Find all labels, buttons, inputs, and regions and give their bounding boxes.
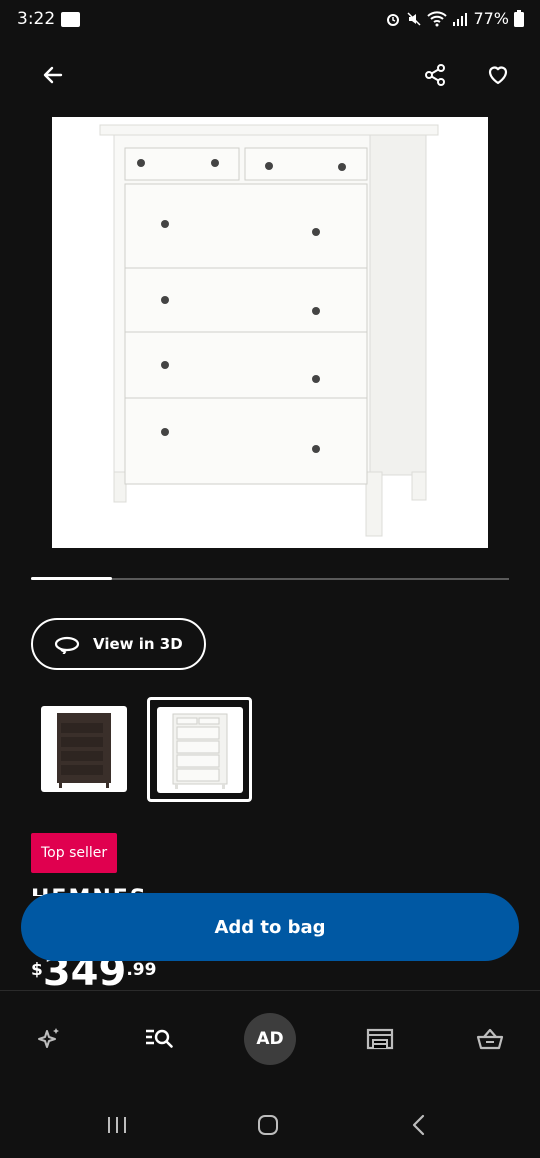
home-button[interactable]	[248, 1110, 288, 1140]
share-button[interactable]	[413, 53, 457, 97]
arrow-left-icon	[43, 66, 63, 84]
heart-icon	[488, 66, 508, 85]
dresser-thumbnail-white	[172, 713, 228, 789]
app-bar	[0, 50, 540, 100]
dresser-illustration	[99, 124, 439, 537]
battery-percent: 77%	[473, 9, 509, 28]
system-nav	[0, 1090, 540, 1158]
add-to-bag-label: Add to bag	[214, 916, 326, 938]
status-time: 3:22	[17, 9, 56, 29]
nav-stores[interactable]	[354, 1013, 406, 1065]
back-button[interactable]	[31, 53, 75, 97]
mute-icon	[407, 11, 421, 26]
status-bar: 3:22 77%	[0, 0, 540, 40]
wifi-icon	[427, 10, 448, 26]
battery-icon	[514, 10, 524, 27]
home-icon	[258, 1115, 278, 1135]
add-to-bag-button[interactable]: Add to bag	[21, 893, 519, 961]
nav-basket[interactable]	[464, 1013, 516, 1065]
recent-apps-button[interactable]	[97, 1110, 137, 1140]
swatch-white-stain[interactable]	[157, 707, 243, 793]
profile-avatar: AD	[244, 1013, 296, 1065]
price-currency: $	[31, 960, 43, 980]
bottom-nav: AD	[0, 990, 540, 1090]
nav-inspiration[interactable]	[23, 1013, 75, 1065]
nav-search[interactable]	[133, 1013, 185, 1065]
alarm-icon	[387, 13, 400, 26]
store-icon	[366, 1028, 394, 1050]
view-in-3d-button[interactable]: View in 3D	[31, 618, 206, 670]
search-list-icon	[146, 1029, 173, 1048]
recent-apps-icon	[108, 1117, 126, 1133]
favorite-button[interactable]	[476, 53, 520, 97]
badge-label: Top seller	[41, 845, 108, 861]
carousel-progress-fill	[31, 577, 113, 580]
system-back-button[interactable]	[399, 1110, 439, 1140]
share-icon	[425, 64, 445, 86]
dresser-thumbnail-dark	[57, 713, 111, 788]
swatch-black-brown[interactable]	[41, 706, 127, 792]
basket-icon	[476, 1028, 504, 1050]
price-decimal: .99	[126, 960, 157, 980]
signal-icon	[453, 12, 468, 26]
nav-profile[interactable]: AD	[244, 1013, 296, 1065]
voicemail-icon	[61, 12, 80, 27]
carousel-progress	[31, 577, 509, 580]
status-icons: 77%	[385, 9, 524, 28]
sparkle-icon	[38, 1028, 59, 1048]
product-image[interactable]	[52, 117, 488, 548]
view-in-3d-label: View in 3D	[93, 635, 183, 653]
top-seller-badge: Top seller	[31, 833, 118, 873]
rotate-3d-icon	[54, 636, 80, 654]
chevron-left-icon	[412, 1114, 425, 1136]
